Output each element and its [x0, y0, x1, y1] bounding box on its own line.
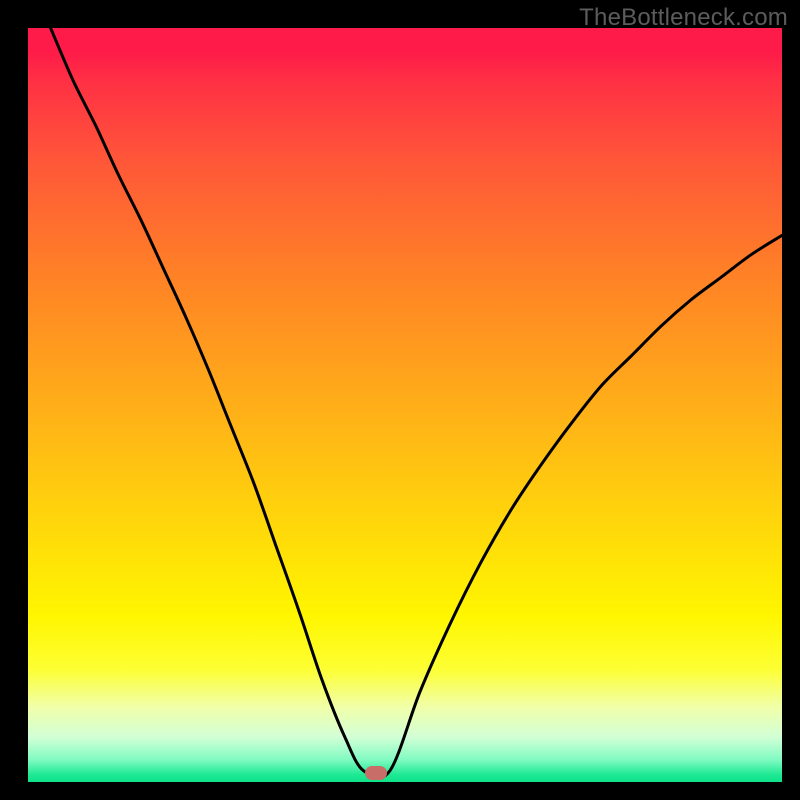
curve-path: [51, 28, 782, 778]
optimal-point-marker: [365, 766, 387, 780]
bottleneck-curve: [28, 28, 782, 782]
plot-area: [28, 28, 782, 782]
chart-frame: TheBottleneck.com: [0, 0, 800, 800]
